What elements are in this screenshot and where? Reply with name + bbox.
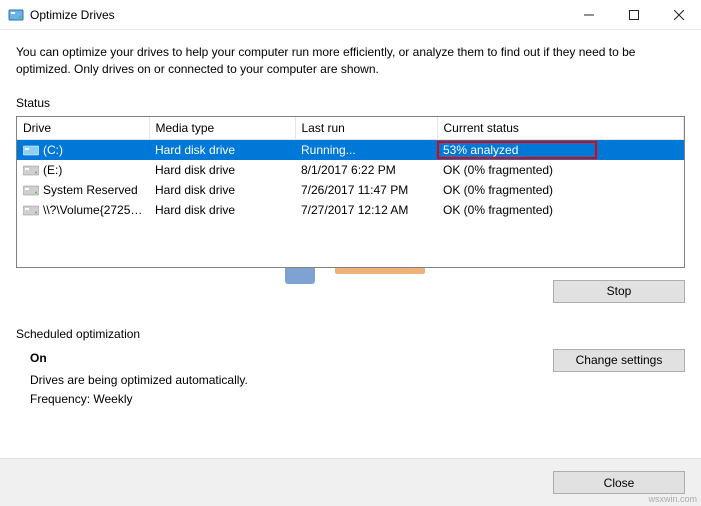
table-row[interactable]: (E:)Hard disk drive8/1/2017 6:22 PMOK (0… [17,160,684,180]
cell-media: Hard disk drive [149,160,295,180]
col-drive[interactable]: Drive [17,117,149,140]
cell-status: OK (0% fragmented) [437,180,684,200]
scheduled-optimization-section: Scheduled optimization On Drives are bei… [16,327,685,409]
drives-table[interactable]: Drive Media type Last run Current status… [17,117,684,220]
drives-table-container: Drive Media type Last run Current status… [16,116,685,268]
minimize-button[interactable] [566,0,611,30]
col-lastrun[interactable]: Last run [295,117,437,140]
description-text: You can optimize your drives to help you… [16,44,685,78]
close-button[interactable] [656,0,701,30]
table-row[interactable]: System ReservedHard disk drive7/26/2017 … [17,180,684,200]
window-controls [566,0,701,29]
cell-lastrun: Running... [295,139,437,160]
sched-text: On Drives are being optimized automatica… [30,349,553,409]
cell-drive: (E:) [17,160,149,180]
col-media[interactable]: Media type [149,117,295,140]
cell-lastrun: 7/26/2017 11:47 PM [295,180,437,200]
window-title: Optimize Drives [30,8,566,22]
cell-status: OK (0% fragmented) [437,160,684,180]
sched-line2: Frequency: Weekly [30,390,553,409]
cell-drive: System Reserved [17,180,149,200]
cell-status: OK (0% fragmented) [437,200,684,220]
table-header-row: Drive Media type Last run Current status [17,117,684,140]
sched-on: On [30,349,553,368]
cell-drive: \\?\Volume{27258З... [17,200,149,220]
cell-media: Hard disk drive [149,180,295,200]
stop-button[interactable]: Stop [553,280,685,303]
cell-lastrun: 8/1/2017 6:22 PM [295,160,437,180]
app-icon [8,7,24,23]
maximize-button[interactable] [611,0,656,30]
table-row[interactable]: \\?\Volume{27258З...Hard disk drive7/27/… [17,200,684,220]
table-row[interactable]: (C:)Hard disk driveRunning...53% analyze… [17,139,684,160]
cell-lastrun: 7/27/2017 12:12 AM [295,200,437,220]
cell-status: 53% analyzed [437,139,684,160]
cell-media: Hard disk drive [149,139,295,160]
source-watermark: wsxwin.com [648,494,697,504]
sched-label: Scheduled optimization [16,327,685,341]
cell-media: Hard disk drive [149,200,295,220]
status-label: Status [16,96,685,110]
change-settings-button[interactable]: Change settings [553,349,685,372]
cell-drive: (C:) [17,139,149,160]
col-status[interactable]: Current status [437,117,684,140]
titlebar: Optimize Drives [0,0,701,30]
content-area: You can optimize your drives to help you… [0,30,701,420]
close-dialog-button[interactable]: Close [553,471,685,494]
footer-bar: Close [0,458,701,506]
action-buttons: Stop [16,280,685,303]
sched-line1: Drives are being optimized automatically… [30,371,553,390]
